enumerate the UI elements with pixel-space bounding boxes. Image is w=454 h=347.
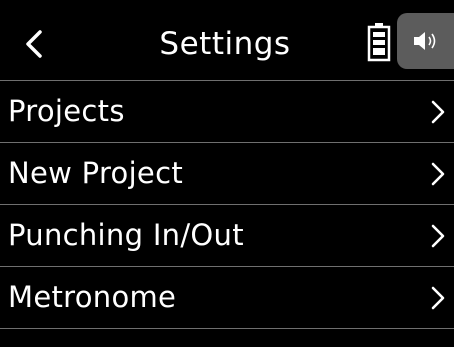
menu-item-punching-in-out[interactable]: Punching In/Out	[0, 204, 454, 266]
back-button[interactable]	[14, 20, 54, 68]
header-bar: Settings	[0, 0, 454, 80]
menu-item-metronome[interactable]: Metronome	[0, 266, 454, 329]
chevron-left-icon	[26, 30, 42, 58]
menu-item-label: Punching In/Out	[8, 218, 244, 252]
chevron-right-icon	[431, 100, 445, 124]
menu-item-label: Projects	[8, 94, 125, 128]
menu-item-new-project[interactable]: New Project	[0, 142, 454, 204]
menu-item-label: Metronome	[8, 280, 177, 314]
chevron-right-icon	[431, 286, 445, 310]
settings-menu: Projects New Project Punching In/Out Met…	[0, 80, 454, 329]
battery-icon	[367, 23, 391, 62]
menu-item-projects[interactable]: Projects	[0, 80, 454, 142]
chevron-right-icon	[431, 162, 445, 186]
page-title: Settings	[159, 26, 291, 62]
menu-item-label: New Project	[8, 156, 183, 190]
speaker-button[interactable]	[397, 13, 454, 69]
speaker-icon	[413, 32, 435, 50]
chevron-right-icon	[431, 224, 445, 248]
